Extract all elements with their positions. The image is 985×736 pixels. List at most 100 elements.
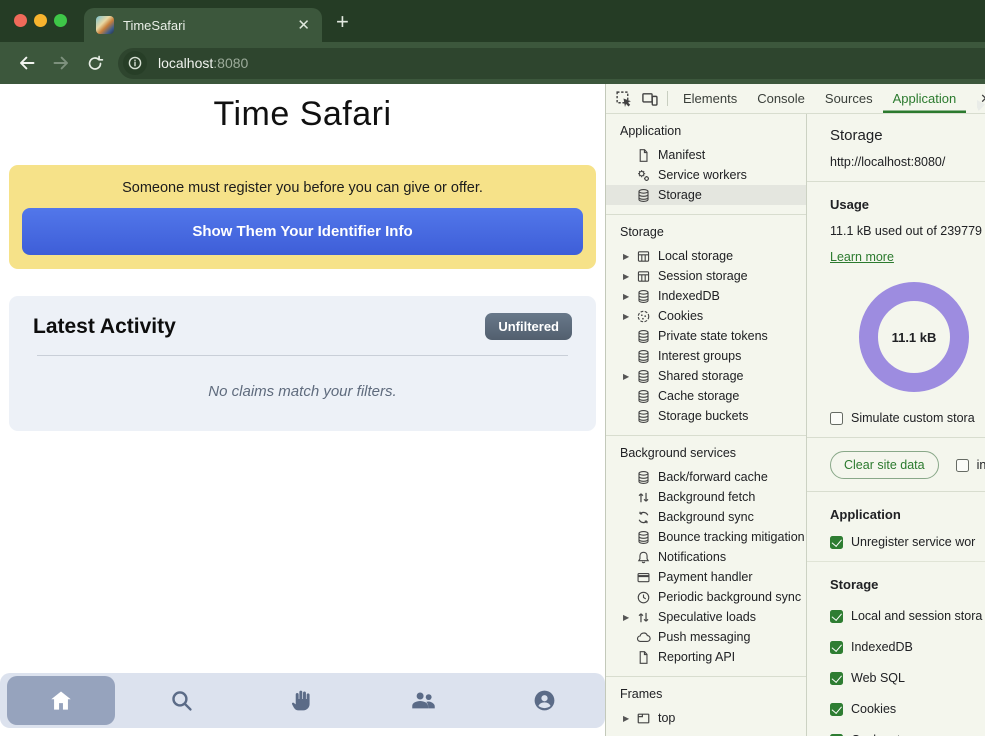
nav-item-search[interactable] [121,673,242,728]
cookies-row[interactable]: Cookies [830,702,985,716]
browser-toolbar: localhost:8080 [0,42,985,84]
nav-item-profile[interactable] [484,673,605,728]
devtools-toolbar: Elements Console Sources Application ✕ [606,84,985,114]
nav-item-offers[interactable] [242,673,363,728]
sidebar-item-service-workers[interactable]: Service workers [606,165,806,185]
database-icon [636,470,651,485]
empty-claims-message: No claims match your filters. [33,383,572,400]
profile-icon [532,688,557,713]
sidebar-item-top-frame[interactable]: top [606,708,806,728]
sidebar-item-cookies[interactable]: Cookies [606,306,806,326]
third-party-checkbox[interactable] [956,459,969,472]
sidebar-item-push-messaging[interactable]: Push messaging [606,627,806,647]
sidebar-item-cache-storage[interactable]: Cache storage [606,386,806,406]
sidebar-item-bounce-tracking-mitigation[interactable]: Bounce tracking mitigation [606,527,806,547]
storage-origin: http://localhost:8080/ [830,155,985,169]
hand-icon [290,688,315,713]
back-button[interactable] [10,54,44,72]
devtools-panel: Elements Console Sources Application ✕ A… [605,84,985,736]
registration-alert: Someone must register you before you can… [9,165,596,269]
device-toolbar-icon[interactable] [641,90,658,107]
up-down-arrows-icon [636,610,651,625]
learn-more-link[interactable]: Learn more [830,250,894,264]
page-title: Time Safari [0,95,605,134]
nav-item-people[interactable] [363,673,484,728]
sidebar-item-storage-buckets[interactable]: Storage buckets [606,406,806,426]
sidebar-item-background-sync[interactable]: Background sync [606,507,806,527]
browser-window: TimeSafari ✕ + localhost:8080 Time Safar… [0,0,985,736]
url-text: localhost:8080 [158,55,248,71]
expander-icon[interactable] [623,312,636,321]
web-sql-row[interactable]: Web SQL [830,671,985,685]
sidebar-item-back-forward-cache[interactable]: Back/forward cache [606,467,806,487]
simulate-quota-row[interactable]: Simulate custom stora [830,411,985,425]
sidebar-item-indexeddb[interactable]: IndexedDB [606,286,806,306]
clear-site-data-button[interactable]: Clear site data [830,451,939,479]
local-session-storage-row[interactable]: Local and session stora [830,609,985,623]
reload-button[interactable] [78,55,112,72]
expander-icon[interactable] [623,714,636,723]
maximize-window-button[interactable] [54,14,67,27]
unregister-service-workers-checkbox[interactable] [830,536,843,549]
bell-icon [636,550,651,565]
simulate-quota-checkbox[interactable] [830,412,843,425]
close-window-button[interactable] [14,14,27,27]
database-icon [636,409,651,424]
sidebar-item-payment-handler[interactable]: Payment handler [606,567,806,587]
sidebar-item-shared-storage[interactable]: Shared storage [606,366,806,386]
expander-icon[interactable] [623,252,636,261]
sidebar-item-local-storage[interactable]: Local storage [606,246,806,266]
local-session-storage-checkbox[interactable] [830,610,843,623]
home-active-pill [7,676,115,725]
sidebar-item-session-storage[interactable]: Session storage [606,266,806,286]
nav-item-home[interactable] [0,673,121,728]
expander-icon[interactable] [623,272,636,281]
tab-elements[interactable]: Elements [673,84,747,113]
section-background-services: Background services Back/forward cache B… [606,436,806,677]
tab-application[interactable]: Application [883,84,967,113]
frame-icon [636,711,651,726]
section-frames: Frames top [606,677,806,736]
tab-console[interactable]: Console [747,84,815,113]
latest-activity-title: Latest Activity [33,315,176,339]
latest-activity-card: Latest Activity Unfiltered No claims mat… [9,296,596,431]
database-icon [636,289,651,304]
sidebar-item-storage[interactable]: Storage [606,185,806,205]
forward-button[interactable] [44,54,78,72]
sidebar-item-notifications[interactable]: Notifications [606,547,806,567]
close-tab-icon[interactable]: ✕ [297,18,310,33]
window-controls [14,14,67,27]
gears-icon [636,168,651,183]
show-identifier-button[interactable]: Show Them Your Identifier Info [22,208,583,255]
minimize-window-button[interactable] [34,14,47,27]
unfiltered-button[interactable]: Unfiltered [485,313,572,340]
sidebar-item-manifest[interactable]: Manifest [606,145,806,165]
usage-text: 11.1 kB used out of 239779 [830,224,985,238]
file-icon [636,650,651,665]
close-devtools-icon[interactable]: ✕ [980,91,985,107]
sidebar-item-interest-groups[interactable]: Interest groups [606,346,806,366]
sidebar-item-private-state-tokens[interactable]: Private state tokens [606,326,806,346]
database-icon [636,389,651,404]
sidebar-item-speculative-loads[interactable]: Speculative loads [606,607,806,627]
sidebar-item-background-fetch[interactable]: Background fetch [606,487,806,507]
new-tab-button[interactable]: + [336,9,349,35]
browser-tab[interactable]: TimeSafari ✕ [84,8,322,42]
cookies-checkbox[interactable] [830,703,843,716]
expander-icon[interactable] [623,613,636,622]
inspect-element-icon[interactable] [615,90,632,107]
address-bar[interactable]: localhost:8080 [118,48,985,79]
site-info-icon[interactable] [123,51,147,75]
indexeddb-checkbox[interactable] [830,641,843,654]
url-host: localhost [158,55,213,71]
sidebar-item-periodic-background-sync[interactable]: Periodic background sync [606,587,806,607]
indexeddb-row[interactable]: IndexedDB [830,640,985,654]
unregister-service-workers-row[interactable]: Unregister service wor [830,535,985,549]
expander-icon[interactable] [623,372,636,381]
sidebar-item-reporting-api[interactable]: Reporting API [606,647,806,667]
expander-icon[interactable] [623,292,636,301]
cloud-icon [636,630,651,645]
tab-sources[interactable]: Sources [815,84,883,113]
usage-heading: Usage [830,197,985,212]
web-sql-checkbox[interactable] [830,672,843,685]
